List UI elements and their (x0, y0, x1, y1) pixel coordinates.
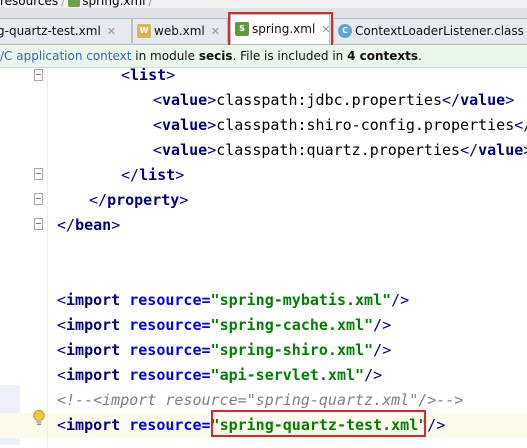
tab-label: ContextLoaderListener.class (355, 24, 524, 38)
close-icon[interactable]: ✕ (211, 25, 220, 38)
fold-marker[interactable] (34, 69, 43, 81)
code-line: </property> (89, 191, 189, 209)
breadcrumb-separator: / (148, 0, 153, 8)
infobar-text: . (418, 49, 422, 63)
code-line: <value>classpath:jdbc.properties</value> (153, 91, 515, 109)
code-editor[interactable]: <list> <value>classpath:jdbc.properties<… (0, 68, 527, 448)
class-file-icon: C (338, 23, 352, 38)
infobar-text: in module (131, 49, 199, 63)
code-line: <import resource="spring-quartz-test.xml… (57, 416, 446, 434)
code-line: </bean> (57, 216, 121, 234)
breadcrumb-file[interactable]: spring.xml (82, 0, 145, 8)
infobar-text: . File is included in (232, 49, 348, 63)
fold-marker[interactable] (34, 193, 43, 205)
tab-web-xml[interactable]: Wweb.xml ✕ (132, 18, 228, 43)
fold-marker[interactable] (34, 168, 43, 180)
code-line: <list> (121, 68, 176, 84)
module-name: secis (198, 49, 233, 63)
context-info-bar: /C application context in module secis. … (0, 45, 527, 68)
close-icon[interactable]: ✕ (321, 23, 329, 36)
breadcrumb-separator: / (61, 0, 66, 8)
tab-spring-xml[interactable]: Sspring.xml ✕ (230, 14, 330, 44)
close-icon[interactable]: ✕ (107, 25, 116, 38)
fold-marker[interactable] (34, 218, 43, 230)
code-line: <import resource="spring-cache.xml"/> (57, 316, 392, 334)
infobar-contexts-label: contexts (355, 49, 419, 63)
code-line: <import resource="spring-shiro.xml"/> (57, 341, 392, 359)
tab-label: spring.xml (252, 22, 316, 36)
spring-file-icon (68, 0, 81, 7)
code-line: <value>classpath:quartz.properties</valu… (153, 141, 527, 159)
editor-gutter (0, 68, 48, 448)
code-line: </list> (121, 166, 185, 184)
lightbulb-icon[interactable] (32, 409, 46, 427)
tab-label: web.xml (154, 24, 205, 38)
tab-context-loader-listener[interactable]: CContextLoaderListener.class✕ (333, 18, 527, 43)
code-line: <value>classpath:shiro-config.properties… (153, 116, 527, 134)
code-line: <import resource="spring-mybatis.xml"/> (57, 291, 410, 309)
breadcrumb: resources / spring.xml / (0, 0, 527, 8)
spring-xml-icon: S (235, 21, 249, 36)
code-line: <import resource="api-servlet.xml"/> (57, 366, 383, 384)
tab-label: g-quartz-test.xml (0, 24, 101, 38)
code-comment-line: <!--<import resource="spring-quartz.xml"… (57, 391, 464, 409)
gutter-divider (47, 68, 48, 448)
web-xml-icon: W (137, 23, 151, 38)
tab-spring-quartz-test[interactable]: g-quartz-test.xml ✕ (0, 18, 132, 43)
editor-tab-bar: g-quartz-test.xml ✕ Wweb.xml ✕ Sspring.xml… (0, 8, 527, 45)
application-context-link[interactable]: /C application context (0, 49, 131, 63)
breadcrumb-folder[interactable]: resources (0, 0, 58, 8)
